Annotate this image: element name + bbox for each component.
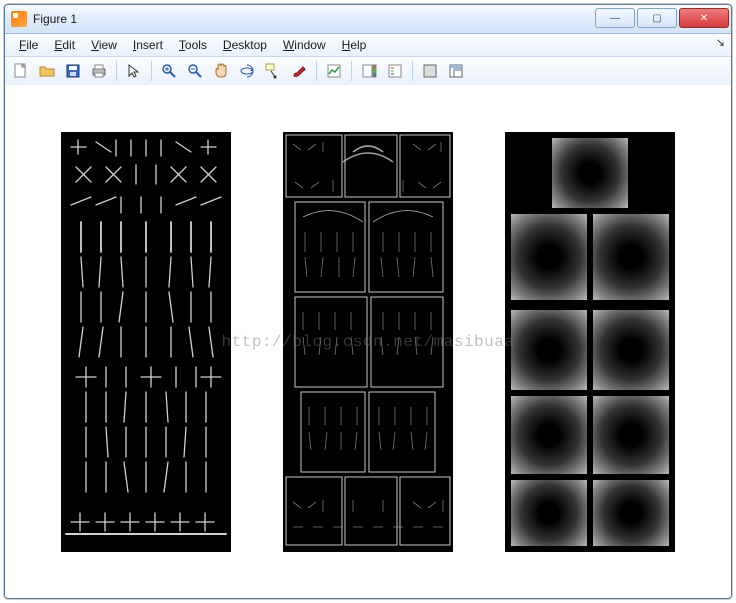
toolbar-separator	[316, 61, 317, 81]
menu-label: iew	[99, 38, 117, 52]
menu-label: ile	[26, 38, 38, 52]
toolbar	[5, 57, 731, 86]
zoom-in-icon	[161, 63, 177, 79]
menu-insert[interactable]: Insert	[125, 37, 171, 53]
matlab-figure-icon	[11, 11, 27, 27]
save-button[interactable]	[61, 59, 85, 83]
hog-visualization-parts	[283, 132, 453, 552]
menu-edit[interactable]: Edit	[46, 37, 83, 53]
open-button[interactable]	[35, 59, 59, 83]
legend-button[interactable]	[383, 59, 407, 83]
rotate3d-button[interactable]	[235, 59, 259, 83]
print-button[interactable]	[87, 59, 111, 83]
brush-icon	[291, 63, 307, 79]
menu-view[interactable]: View	[83, 37, 125, 53]
pan-button[interactable]	[209, 59, 233, 83]
figure-window: Figure 1 — ▢ ✕ File Edit View Insert Too…	[4, 4, 732, 599]
link-plot-icon	[326, 63, 342, 79]
menu-label: elp	[350, 38, 366, 52]
open-icon	[39, 63, 55, 79]
dock-button[interactable]	[444, 59, 468, 83]
pan-icon	[213, 63, 229, 79]
data-cursor-icon	[265, 63, 281, 79]
zoom-out-icon	[187, 63, 203, 79]
hide-tools-icon	[422, 63, 438, 79]
new-figure-button[interactable]	[9, 59, 33, 83]
colorbar-button[interactable]	[357, 59, 381, 83]
minimize-glyph: —	[610, 13, 620, 24]
menu-window[interactable]: Window	[275, 37, 334, 53]
close-button[interactable]: ✕	[679, 8, 729, 28]
pointer-icon	[126, 63, 142, 79]
toolbar-separator	[351, 61, 352, 81]
menu-label: esktop	[232, 38, 267, 52]
colorbar-icon	[361, 63, 377, 79]
menubar-overflow-icon[interactable]: ↘	[716, 36, 725, 49]
dock-icon	[448, 63, 464, 79]
hide-tools-button[interactable]	[418, 59, 442, 83]
subplot-hog-full	[61, 132, 231, 552]
axes-area[interactable]: http://blog.csdn.net/masibuaa	[5, 85, 731, 598]
rotate3d-icon	[239, 63, 255, 79]
save-icon	[65, 63, 81, 79]
link-plot-button[interactable]	[322, 59, 346, 83]
toolbar-separator	[151, 61, 152, 81]
zoom-out-button[interactable]	[183, 59, 207, 83]
menu-help[interactable]: Help	[334, 37, 375, 53]
subplot-spatial-weights	[505, 132, 675, 552]
maximize-glyph: ▢	[652, 13, 661, 24]
pointer-button[interactable]	[122, 59, 146, 83]
maximize-button[interactable]: ▢	[637, 8, 677, 28]
menu-label: dit	[62, 38, 75, 52]
minimize-button[interactable]: —	[595, 8, 635, 28]
menu-tools[interactable]: Tools	[171, 37, 215, 53]
hog-visualization-full	[61, 132, 231, 552]
zoom-in-button[interactable]	[157, 59, 181, 83]
print-icon	[91, 63, 107, 79]
menu-label: ools	[185, 38, 207, 52]
menu-desktop[interactable]: Desktop	[215, 37, 275, 53]
menubar: File Edit View Insert Tools Desktop Wind…	[5, 34, 731, 57]
menu-label: indow	[294, 38, 325, 52]
menu-file[interactable]: File	[11, 37, 46, 53]
new-figure-icon	[13, 63, 29, 79]
legend-icon	[387, 63, 403, 79]
data-cursor-button[interactable]	[261, 59, 285, 83]
close-glyph: ✕	[700, 13, 708, 24]
menu-label: nsert	[136, 38, 163, 52]
brush-button[interactable]	[287, 59, 311, 83]
toolbar-separator	[116, 61, 117, 81]
toolbar-separator	[412, 61, 413, 81]
titlebar[interactable]: Figure 1 — ▢ ✕	[5, 5, 731, 34]
window-title: Figure 1	[33, 12, 77, 26]
subplot-hog-parts	[283, 132, 453, 552]
